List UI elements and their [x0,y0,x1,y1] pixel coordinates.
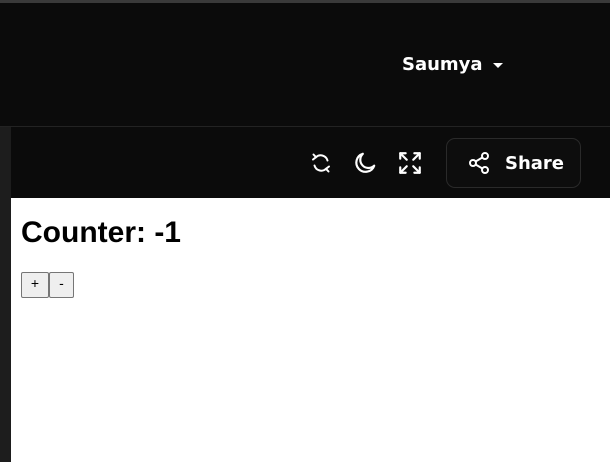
counter-heading: Counter: -1 [21,216,181,249]
increment-button[interactable]: + [21,272,49,298]
preview-toolbar: Share [11,127,610,198]
left-sidebar-edge [0,127,11,462]
fullscreen-icon[interactable] [396,149,424,177]
decrement-button[interactable]: - [49,272,74,298]
moon-icon[interactable] [351,149,379,177]
user-menu[interactable]: Saumya [402,51,503,77]
chevron-down-icon [492,62,503,68]
share-label: Share [505,152,565,174]
share-button[interactable]: Share [446,138,581,188]
user-name: Saumya [402,53,483,75]
counter-controls: + - [21,272,74,298]
refresh-icon[interactable] [307,149,335,177]
top-header: Saumya [0,3,610,127]
share-icon [469,152,489,174]
preview-content: Counter: -1 + - [11,198,610,462]
